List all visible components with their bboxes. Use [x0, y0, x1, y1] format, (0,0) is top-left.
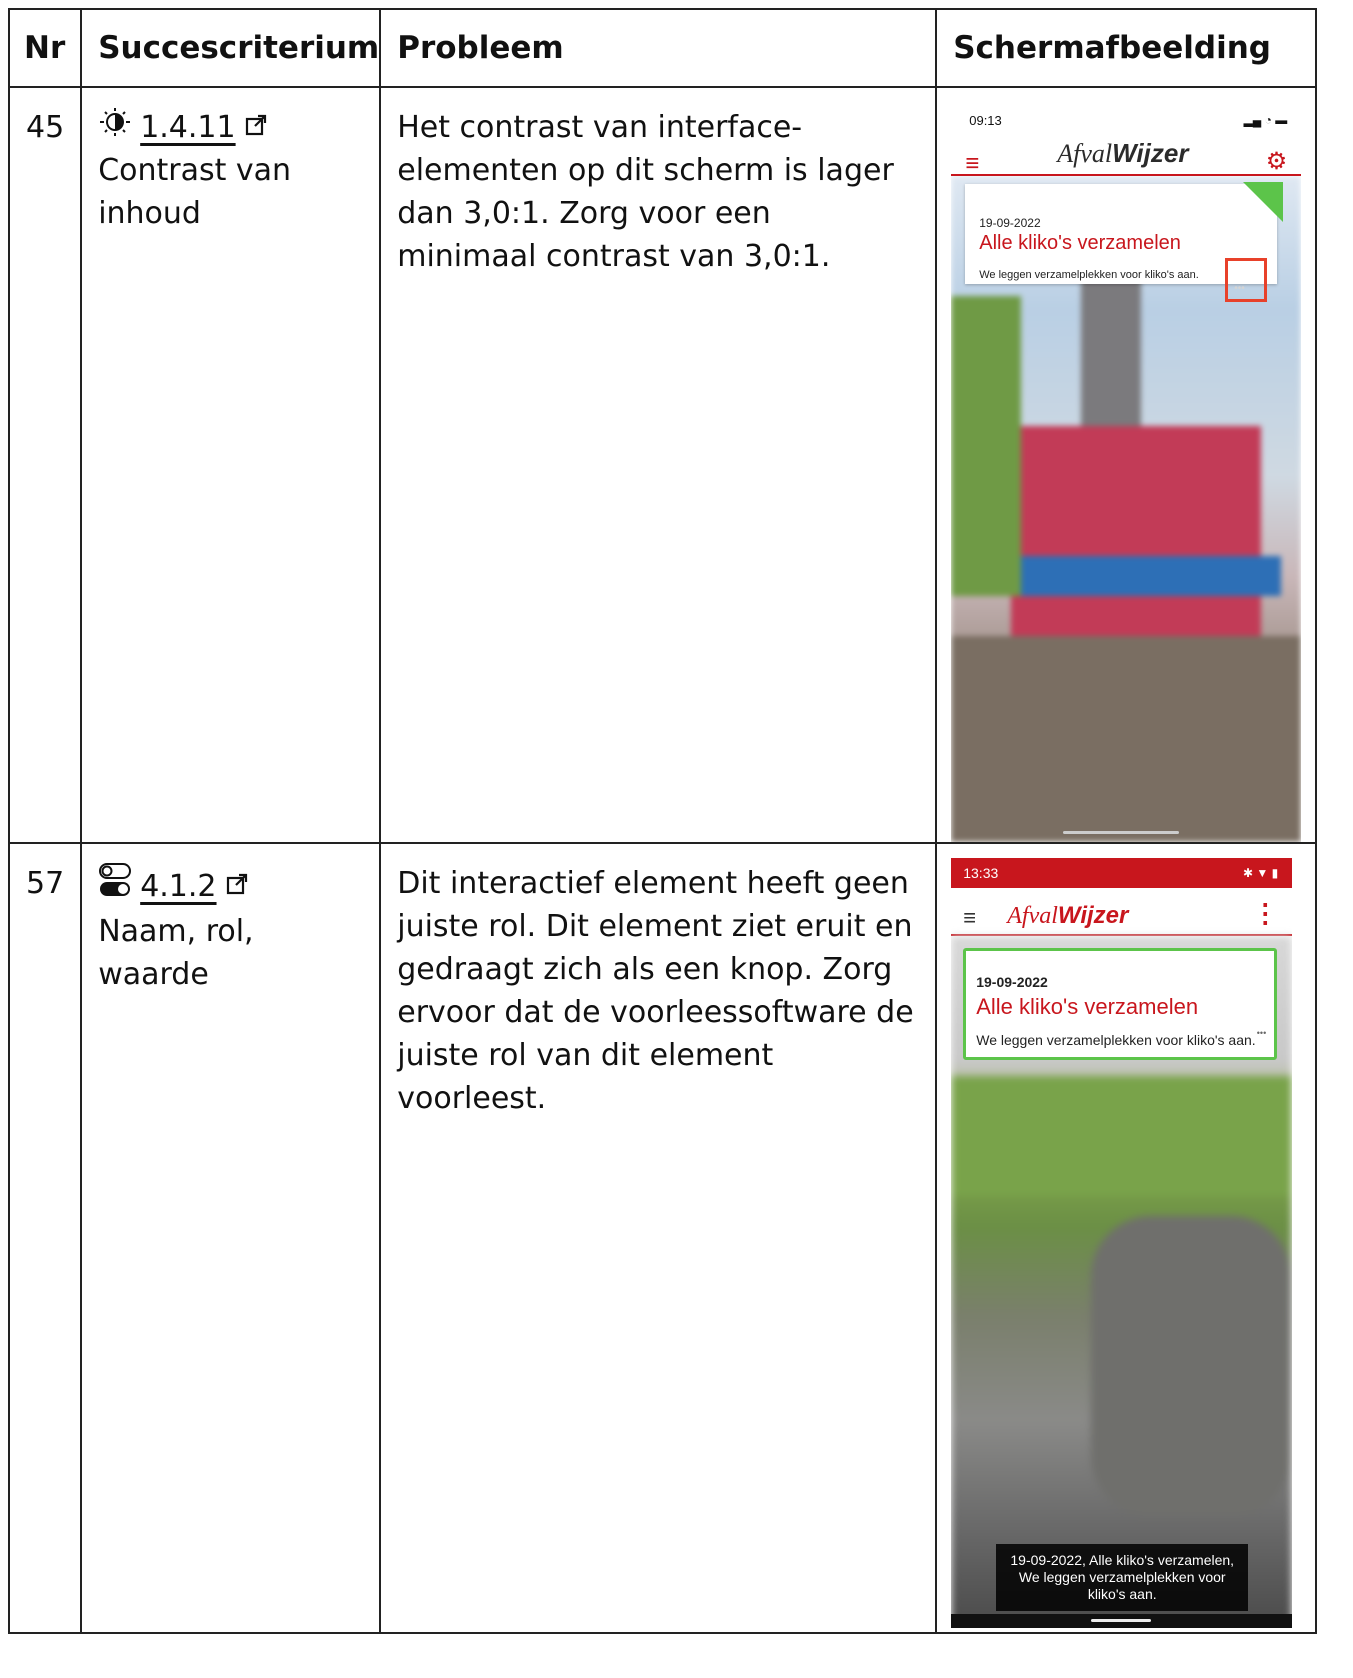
- brand-logo: AfvalWijzer: [1057, 138, 1189, 168]
- problem-text: Het contrast van interface-elementen op …: [397, 110, 894, 274]
- row-nr: 57: [26, 866, 65, 901]
- row-screenshot-cell: 09:13 ▂▄ ◔ ▬ ≡ AfvalWijzer ⚙ 19-09-2022 …: [935, 86, 1318, 844]
- menu-icon[interactable]: ≡: [963, 896, 976, 939]
- home-indicator: [1063, 831, 1180, 834]
- screen-reader-caption: 19-09-2022, Alle kliko's verzamelen, We …: [996, 1544, 1249, 1611]
- criterion-name: Contrast van inhoud: [98, 153, 292, 231]
- status-bar: 13:33 ✱ ▼ ▮: [951, 858, 1293, 888]
- more-icon[interactable]: •••: [1257, 1012, 1266, 1055]
- criterion-link[interactable]: 4.1.2: [98, 862, 248, 910]
- header-problem: Probleem: [379, 8, 938, 88]
- more-icon: •••: [1234, 283, 1245, 294]
- more-button-highlight[interactable]: •••: [1225, 258, 1268, 302]
- row-problem-cell: Het contrast van interface-elementen op …: [379, 86, 938, 844]
- external-link-icon: [244, 106, 268, 149]
- row-criterion-cell: 1.4.11 Contrast van inhoud: [80, 86, 382, 844]
- criterion-number[interactable]: 1.4.11: [140, 106, 235, 149]
- toggle-icon: [98, 862, 132, 910]
- header-screenshot: Schermafbeelding: [935, 8, 1318, 88]
- brand-logo: AfvalWijzer: [1007, 902, 1129, 929]
- news-card[interactable]: 19-09-2022 Alle kliko's verzamelen We le…: [963, 948, 1278, 1060]
- header-nr: Nr: [7, 8, 83, 88]
- app-header: ≡ AfvalWijzer ⚙: [951, 138, 1302, 177]
- criterion-link[interactable]: 1.4.11: [98, 106, 267, 149]
- screenshot-android: 13:33 ✱ ▼ ▮ ≡ AfvalWijzer ⋮ 19-09-2022 A…: [951, 858, 1293, 1628]
- overflow-menu-icon[interactable]: ⋮: [1252, 892, 1278, 935]
- corner-ribbon: [1243, 182, 1284, 222]
- problem-text: Dit interactief element heeft geen juist…: [397, 866, 914, 1116]
- row-problem-cell: Dit interactief element heeft geen juist…: [379, 842, 938, 1634]
- row-nr-cell: 57: [7, 842, 83, 1634]
- contrast-icon: [98, 106, 132, 149]
- gear-icon[interactable]: ⚙: [1266, 140, 1288, 183]
- external-link-icon: [225, 865, 249, 908]
- home-indicator: [1091, 1619, 1152, 1622]
- criterion-name: Naam, rol, waarde: [98, 914, 254, 992]
- row-nr-cell: 45: [7, 86, 83, 844]
- card-subtitle: We leggen verzamelplekken voor kliko's a…: [976, 1032, 1256, 1048]
- row-criterion-cell: 4.1.2 Naam, rol, waarde: [80, 842, 382, 1634]
- row-nr: 45: [26, 110, 65, 145]
- audit-table: Nr Succescriterium Probleem Schermafbeel…: [7, 8, 1318, 1634]
- card-subtitle: We leggen verzamelplekken voor kliko's a…: [979, 269, 1199, 281]
- nav-bar: [951, 1614, 1293, 1628]
- criterion-number[interactable]: 4.1.2: [140, 865, 216, 908]
- table-row: 57 4.1.2 Naam, rol, waarde Dit interacti…: [7, 842, 1318, 1634]
- row-screenshot-cell: 13:33 ✱ ▼ ▮ ≡ AfvalWijzer ⋮ 19-09-2022 A…: [935, 842, 1318, 1634]
- header-criterion: Succescriterium: [80, 8, 382, 88]
- app-header: ≡ AfvalWijzer ⋮: [951, 888, 1293, 939]
- menu-icon[interactable]: ≡: [965, 142, 979, 185]
- table-row: 45 1.4.11 Contrast van inhoud Het contra…: [7, 86, 1318, 844]
- screenshot-ios: 09:13 ▂▄ ◔ ▬ ≡ AfvalWijzer ⚙ 19-09-2022 …: [951, 102, 1302, 842]
- status-time: 09:13: [969, 112, 1002, 128]
- table-header-row: Nr Succescriterium Probleem Schermafbeel…: [7, 8, 1318, 88]
- status-icons: ▂▄ ◔ ▬: [1243, 112, 1288, 127]
